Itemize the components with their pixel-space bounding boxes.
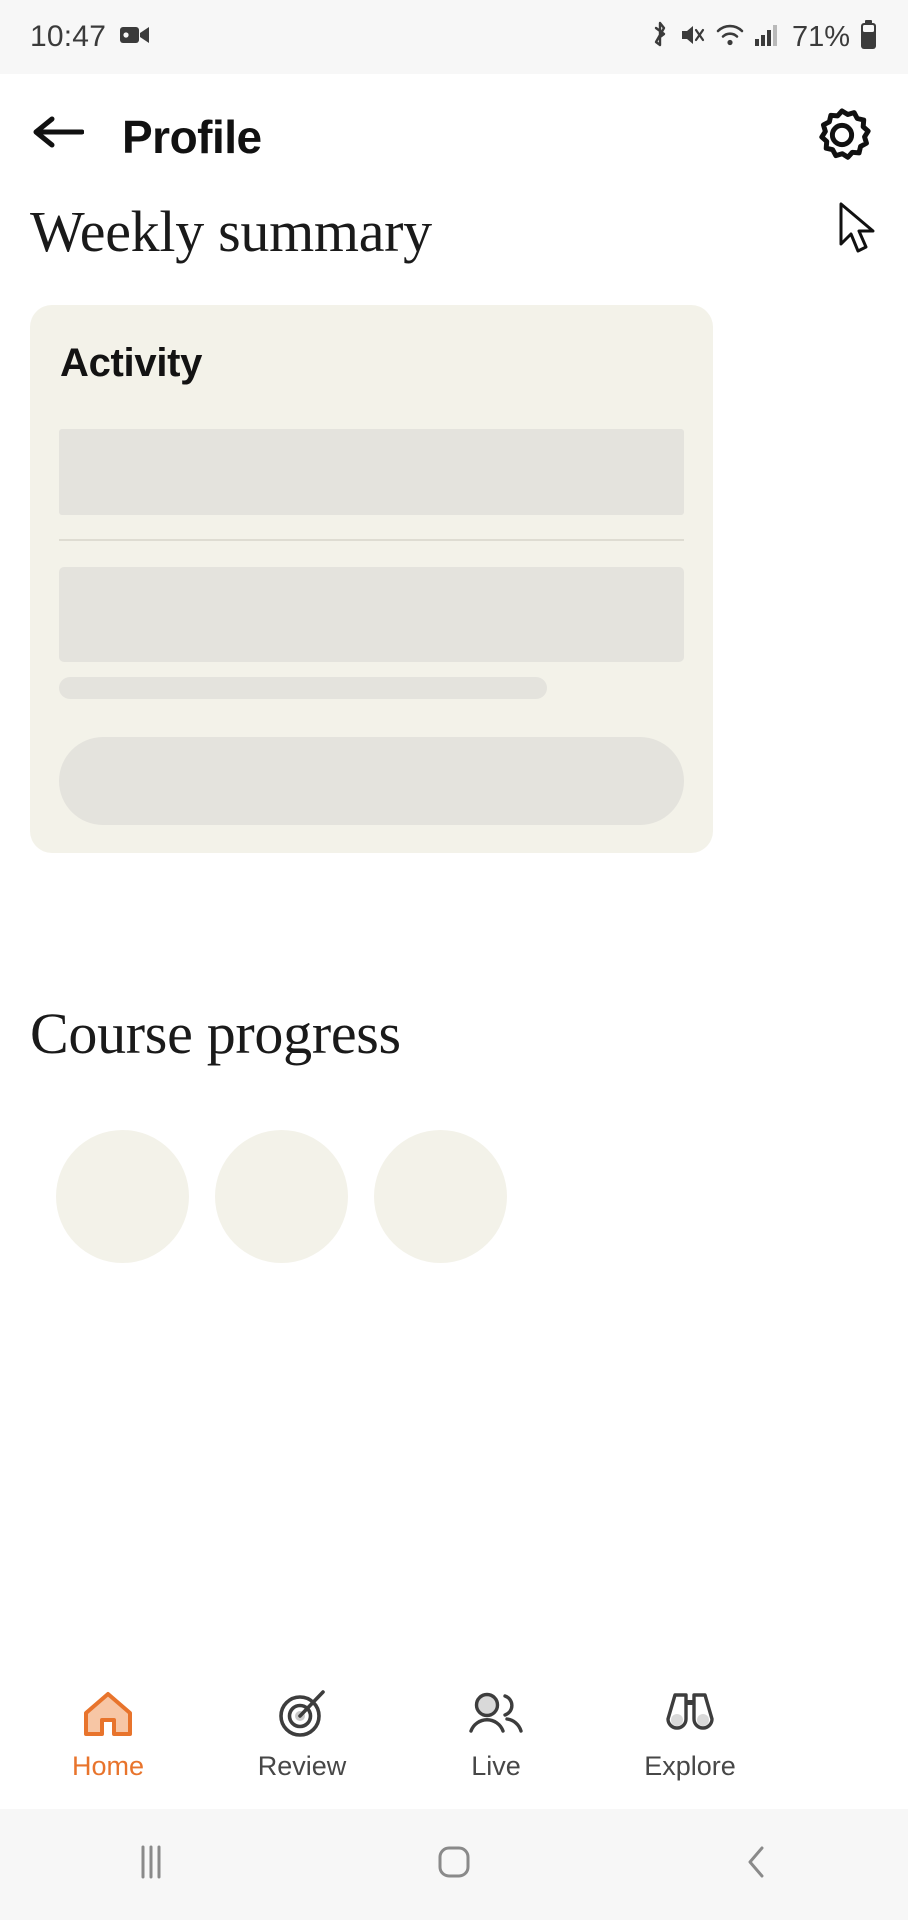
- tab-label: Home: [71, 1751, 145, 1781]
- bottom-tab-bar: Home Review Live Explore: [0, 1664, 908, 1809]
- skeleton-divider: [59, 539, 684, 541]
- mouse-cursor: [838, 202, 882, 256]
- app-bar: Profile: [0, 74, 908, 253]
- tab-explore[interactable]: Explore: [604, 1665, 776, 1782]
- status-bar-left: 10:47: [30, 20, 150, 54]
- back-nav-button[interactable]: [697, 1830, 817, 1900]
- back-chevron-icon: [742, 1843, 772, 1886]
- gear-icon: [806, 108, 878, 172]
- home-icon: [81, 1685, 135, 1743]
- phone-screen: 10:47 71% Profile Weekly summary Activit…: [0, 0, 908, 1920]
- battery-percent-label: 71%: [791, 20, 850, 53]
- course-circle[interactable]: [56, 1130, 189, 1263]
- tab-live[interactable]: Live: [410, 1665, 582, 1782]
- activity-card: Activity: [30, 305, 713, 853]
- cellular-signal-icon: [754, 23, 780, 52]
- recents-icon: [133, 1843, 169, 1886]
- status-bar: 10:47 71%: [0, 0, 908, 74]
- people-icon: [465, 1685, 527, 1743]
- weekly-summary-heading: Weekly summary: [30, 199, 432, 264]
- course-circle[interactable]: [374, 1130, 507, 1263]
- back-arrow-icon: [32, 112, 85, 157]
- wifi-icon: [715, 22, 745, 53]
- battery-icon: [859, 19, 878, 55]
- mute-icon: [680, 22, 706, 53]
- skeleton-block-1: [59, 429, 684, 515]
- bluetooth-icon: [649, 21, 671, 54]
- video-camera-icon: [120, 24, 150, 51]
- course-progress-circles: [56, 1130, 507, 1263]
- target-icon: [275, 1685, 329, 1743]
- tab-review[interactable]: Review: [216, 1665, 388, 1782]
- page-title: Profile: [122, 111, 262, 163]
- tab-label: Live: [471, 1751, 521, 1781]
- skeleton-pill: [59, 737, 684, 825]
- skeleton-block-2: [59, 567, 684, 662]
- status-bar-clock: 10:47: [30, 20, 107, 53]
- tab-label: Explore: [644, 1751, 736, 1781]
- status-bar-right: 71%: [649, 19, 878, 55]
- skeleton-line: [59, 677, 547, 699]
- home-square-icon: [435, 1843, 473, 1886]
- course-progress-heading: Course progress: [30, 1001, 401, 1066]
- tab-label: Review: [257, 1751, 347, 1781]
- binoculars-icon: [661, 1685, 719, 1743]
- recents-button[interactable]: [91, 1830, 211, 1900]
- system-navigation-bar: [0, 1809, 908, 1920]
- tab-home[interactable]: Home: [22, 1665, 194, 1782]
- activity-card-title: Activity: [60, 341, 203, 385]
- home-button[interactable]: [394, 1830, 514, 1900]
- course-circle[interactable]: [215, 1130, 348, 1263]
- settings-button[interactable]: [806, 102, 886, 172]
- back-button[interactable]: [28, 106, 88, 162]
